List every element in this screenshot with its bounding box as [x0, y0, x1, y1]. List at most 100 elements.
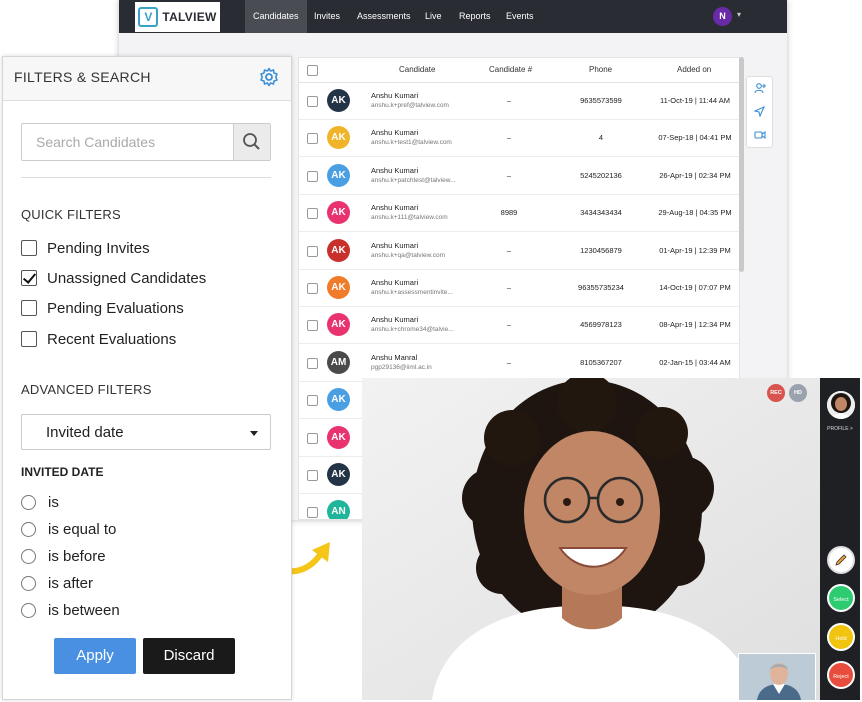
- candidate-avatar[interactable]: AN: [327, 500, 350, 519]
- candidate-avatar[interactable]: AK: [327, 388, 350, 412]
- candidate-name[interactable]: Anshu Kumari: [371, 315, 418, 324]
- table-row[interactable]: AK Anshu Kumari anshu.k+pref@talview.com – 9…: [299, 82, 739, 120]
- gear-icon[interactable]: [258, 66, 280, 88]
- quick-filter-label: Pending Invites: [47, 239, 150, 257]
- row-checkbox[interactable]: [307, 208, 318, 220]
- radio-is-before[interactable]: is before: [21, 546, 106, 566]
- candidate-email: anshu.k+111@talview.com: [371, 214, 448, 222]
- row-checkbox[interactable]: [307, 470, 318, 481]
- row-checkbox[interactable]: [307, 170, 318, 182]
- radio-button[interactable]: [21, 521, 36, 537]
- table-row[interactable]: AM Anshu Manral pgp29136@iiml.ac.in – 810536…: [299, 344, 739, 382]
- header-candidate[interactable]: Candidate: [399, 65, 435, 74]
- row-checkbox[interactable]: [307, 283, 318, 294]
- notes-button[interactable]: [827, 546, 855, 574]
- candidate-avatar[interactable]: AK: [327, 425, 350, 449]
- radio-is[interactable]: is: [21, 492, 59, 512]
- candidate-name[interactable]: Anshu Manral: [371, 353, 417, 362]
- table-row[interactable]: AK Anshu Kumari anshu.k+qa@talview.com – 123…: [299, 232, 739, 270]
- candidate-avatar[interactable]: AK: [327, 276, 350, 299]
- candidate-name[interactable]: Anshu Kumari: [371, 278, 418, 287]
- nav-tab-candidates[interactable]: Candidates: [245, 0, 307, 33]
- row-checkbox[interactable]: [307, 432, 318, 444]
- interviewer-video-feed: [739, 654, 815, 700]
- nav-tab-live[interactable]: Live: [417, 0, 450, 33]
- interviewer-video-pip[interactable]: [738, 653, 816, 701]
- video-interview-icon[interactable]: [747, 123, 772, 146]
- candidate-name[interactable]: Anshu Kumari: [371, 203, 418, 212]
- table-row[interactable]: AK Anshu Kumari anshu.k+111@talview.com 898…: [299, 194, 739, 233]
- row-checkbox[interactable]: [307, 320, 318, 332]
- selected-filter-value: Invited date: [46, 424, 124, 441]
- search-button[interactable]: [233, 124, 270, 160]
- user-avatar[interactable]: N: [713, 7, 732, 26]
- candidate-avatar[interactable]: AK: [327, 463, 350, 486]
- select-button[interactable]: Select: [827, 584, 855, 612]
- candidate-name[interactable]: Anshu Kumari: [371, 166, 418, 175]
- reject-button[interactable]: Reject: [827, 661, 855, 689]
- checkbox[interactable]: [21, 240, 37, 256]
- quick-filter-pending-evaluations[interactable]: Pending Evaluations: [21, 298, 184, 318]
- invited-date-label: INVITED DATE: [21, 465, 104, 479]
- candidate-name[interactable]: Anshu Kumari: [371, 91, 418, 100]
- user-menu-caret-icon[interactable]: ▾: [737, 10, 741, 19]
- candidate-phone: 4: [598, 133, 604, 143]
- candidate-avatar[interactable]: AK: [327, 126, 350, 150]
- candidate-avatar[interactable]: AK: [327, 201, 350, 225]
- nav-tab-invites[interactable]: Invites: [306, 0, 348, 33]
- candidate-added-on: 14-Oct-19 | 07:07 PM: [659, 283, 731, 292]
- radio-is-after[interactable]: is after: [21, 573, 93, 593]
- radio-button[interactable]: [21, 548, 36, 564]
- quick-filter-recent-evaluations[interactable]: Recent Evaluations: [21, 329, 176, 349]
- row-checkbox[interactable]: [307, 96, 318, 107]
- table-scrollbar[interactable]: [739, 57, 744, 272]
- table-row[interactable]: AK Anshu Kumari anshu.k+assessmentinvite..…: [299, 269, 739, 307]
- candidate-profile-avatar[interactable]: [827, 391, 855, 419]
- candidate-avatar[interactable]: AK: [327, 89, 350, 112]
- checkbox-checked[interactable]: [21, 270, 37, 286]
- candidate-avatar[interactable]: AK: [327, 313, 350, 337]
- table-row[interactable]: AK Anshu Kumari anshu.k+chrome34@talvie...…: [299, 306, 739, 345]
- radio-is-equal-to[interactable]: is equal to: [21, 519, 116, 539]
- checkbox[interactable]: [21, 300, 37, 316]
- candidate-phone: 9635573599: [580, 96, 622, 105]
- talview-logo-icon: V: [138, 7, 159, 27]
- radio-button[interactable]: [21, 494, 36, 510]
- row-checkbox[interactable]: [307, 245, 318, 257]
- quick-filter-unassigned-candidates[interactable]: Unassigned Candidates: [21, 268, 206, 288]
- header-added-on[interactable]: Added on: [677, 65, 711, 74]
- candidate-name[interactable]: Anshu Kumari: [371, 241, 418, 250]
- nav-tab-reports[interactable]: Reports: [451, 0, 499, 33]
- quick-filter-pending-invites[interactable]: Pending Invites: [21, 238, 150, 258]
- profile-link[interactable]: PROFILE >: [820, 426, 860, 432]
- row-checkbox[interactable]: [307, 357, 318, 369]
- nav-tab-assessments[interactable]: Assessments: [349, 0, 419, 33]
- radio-button[interactable]: [21, 602, 36, 618]
- discard-button[interactable]: Discard: [143, 638, 235, 674]
- row-checkbox[interactable]: [307, 133, 318, 145]
- advanced-filter-select[interactable]: Invited date: [21, 414, 271, 450]
- header-candidate-number[interactable]: Candidate #: [489, 65, 532, 74]
- apply-button[interactable]: Apply: [54, 638, 136, 674]
- checkbox[interactable]: [21, 331, 37, 347]
- table-row[interactable]: AK Anshu Kumari anshu.k+test1@talview.com –…: [299, 119, 739, 158]
- add-candidate-icon[interactable]: [747, 77, 772, 100]
- candidate-avatar[interactable]: AK: [327, 238, 350, 262]
- top-navigation: V TALVIEW Candidates Invites Assessments…: [119, 0, 787, 33]
- candidate-avatar[interactable]: AM: [327, 350, 350, 374]
- candidate-name[interactable]: Anshu Kumari: [371, 128, 418, 137]
- search-input[interactable]: [22, 124, 234, 160]
- hold-button[interactable]: Hold: [827, 623, 855, 651]
- radio-is-between[interactable]: is between: [21, 600, 120, 620]
- row-checkbox[interactable]: [307, 507, 318, 519]
- select-all-checkbox[interactable]: [307, 65, 318, 76]
- candidate-avatar[interactable]: AK: [327, 163, 350, 187]
- send-invite-icon[interactable]: [747, 100, 772, 123]
- talview-logo[interactable]: V TALVIEW: [135, 2, 220, 32]
- radio-button[interactable]: [21, 575, 36, 591]
- nav-tab-events[interactable]: Events: [498, 0, 542, 33]
- row-checkbox[interactable]: [307, 395, 318, 407]
- header-phone[interactable]: Phone: [589, 65, 612, 74]
- table-row[interactable]: AK Anshu Kumari anshu.k+patchtest@talview.…: [299, 157, 739, 195]
- candidate-phone: 96355735234: [578, 283, 624, 292]
